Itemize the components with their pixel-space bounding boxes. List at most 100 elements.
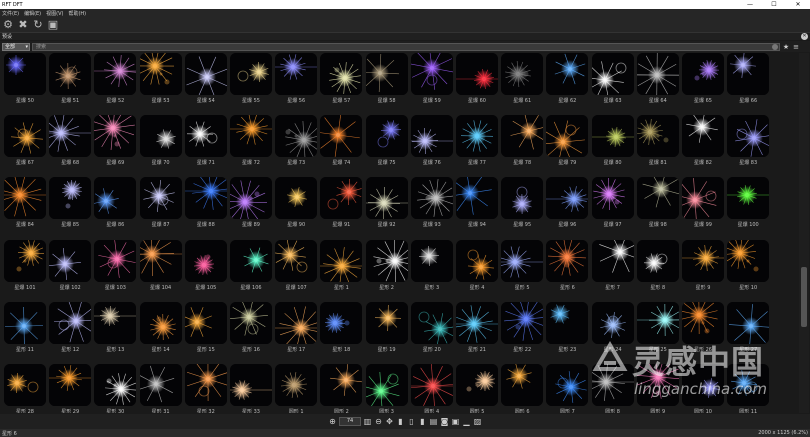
clear-search-icon[interactable] xyxy=(772,43,778,50)
preset-thumbnail[interactable]: 星形 10 xyxy=(727,239,770,291)
tab-presets[interactable]: 预设 xyxy=(2,33,12,40)
preset-thumbnail[interactable]: 星爆 57 xyxy=(320,53,363,104)
preset-thumbnail[interactable]: 星爆 90 xyxy=(275,177,318,228)
preset-thumbnail[interactable]: 星爆 93 xyxy=(410,177,453,228)
document-icon[interactable]: ▤ xyxy=(429,417,438,426)
histogram-icon[interactable]: ▁ xyxy=(462,417,471,426)
grid-scrollbar[interactable] xyxy=(799,53,809,413)
menu-help[interactable]: 帮助(H) xyxy=(68,10,86,17)
preset-thumbnail[interactable]: 圆形 8 xyxy=(591,364,634,413)
grid-view-icon[interactable]: ▥ xyxy=(363,417,372,426)
preset-thumbnail[interactable]: 星爆 75 xyxy=(365,115,408,166)
preset-thumbnail[interactable]: 星爆 73 xyxy=(275,115,318,166)
preset-thumbnail[interactable]: 星爆 84 xyxy=(4,177,46,228)
view-mode-1-icon[interactable]: ▮ xyxy=(396,417,405,426)
preset-thumbnail[interactable]: 星爆 86 xyxy=(94,177,137,228)
preset-thumbnail[interactable]: 星爆 70 xyxy=(139,115,182,166)
preset-thumbnail[interactable]: 星爆 74 xyxy=(320,115,363,166)
preset-thumbnail[interactable]: 星爆 95 xyxy=(501,177,544,228)
preset-thumbnail[interactable]: 星爆 52 xyxy=(94,53,137,104)
preset-thumbnail[interactable]: 星爆 81 xyxy=(636,115,679,166)
preset-thumbnail[interactable]: 星爆 62 xyxy=(546,53,589,104)
delete-icon[interactable]: ✖ xyxy=(17,18,29,31)
preset-thumbnail[interactable]: 星爆 103 xyxy=(94,239,137,291)
preset-thumbnail[interactable]: 星爆 63 xyxy=(591,53,634,104)
preset-thumbnail[interactable]: 星形 14 xyxy=(139,301,182,353)
preset-thumbnail[interactable]: 星爆 102 xyxy=(49,239,92,291)
preset-thumbnail[interactable]: 星爆 94 xyxy=(456,177,498,228)
menu-view[interactable]: 视图(V) xyxy=(46,10,63,17)
preset-thumbnail[interactable]: 星爆 66 xyxy=(727,53,770,104)
preset-thumbnail[interactable]: 星形 23 xyxy=(546,301,589,353)
preset-thumbnail[interactable]: 星爆 67 xyxy=(4,115,46,166)
preset-thumbnail[interactable]: 星爆 96 xyxy=(546,177,589,228)
preset-thumbnail[interactable]: 星形 5 xyxy=(501,239,544,291)
category-select[interactable]: 全部 ▾ xyxy=(2,42,30,51)
preset-thumbnail[interactable]: 星形 2 xyxy=(365,239,408,291)
frame-icon[interactable]: ▣ xyxy=(451,417,460,426)
preset-thumbnail[interactable]: 星爆 78 xyxy=(501,115,544,166)
refresh-icon[interactable]: ↻ xyxy=(32,18,44,31)
preset-thumbnail[interactable]: 星形 29 xyxy=(49,364,92,413)
close-icon[interactable]: ✕ xyxy=(801,33,808,40)
menu-file[interactable]: 文件(E) xyxy=(2,10,19,17)
zoom-field[interactable]: 74 xyxy=(339,417,361,426)
preset-thumbnail[interactable]: 星爆 60 xyxy=(456,53,498,104)
preset-thumbnail[interactable]: 圆形 7 xyxy=(546,364,589,413)
preset-thumbnail[interactable]: 星形 31 xyxy=(139,364,182,413)
preset-thumbnail[interactable]: 星形 24 xyxy=(591,301,634,353)
preset-thumbnail[interactable]: 星形 16 xyxy=(230,301,272,353)
preset-thumbnail[interactable]: 星爆 88 xyxy=(184,177,227,228)
preset-thumbnail[interactable]: 星形 8 xyxy=(636,239,679,291)
maximize-button[interactable]: ☐ xyxy=(762,0,786,9)
preset-thumbnail[interactable]: 星形 27 xyxy=(727,301,770,353)
preset-thumbnail[interactable]: 星形 18 xyxy=(320,301,363,353)
preset-thumbnail[interactable]: 星形 25 xyxy=(636,301,679,353)
preset-thumbnail[interactable]: 圆形 1 xyxy=(275,364,318,413)
preset-thumbnail[interactable]: 星爆 61 xyxy=(501,53,544,104)
preset-thumbnail[interactable]: 星形 26 xyxy=(682,301,724,353)
fit-icon[interactable]: ▣ xyxy=(47,18,59,31)
preset-thumbnail[interactable]: 星爆 97 xyxy=(591,177,634,228)
preset-thumbnail[interactable]: 星形 6 xyxy=(546,239,589,291)
preset-thumbnail[interactable]: 星爆 89 xyxy=(230,177,272,228)
favorite-star-icon[interactable]: ★ xyxy=(782,43,790,51)
preset-thumbnail[interactable]: 星形 12 xyxy=(49,301,92,353)
zoom-in-icon[interactable]: ⊕ xyxy=(328,417,337,426)
preset-thumbnail[interactable]: 星爆 71 xyxy=(184,115,227,166)
preset-thumbnail[interactable]: 星爆 54 xyxy=(184,53,227,104)
preset-thumbnail[interactable]: 星爆 83 xyxy=(727,115,770,166)
preset-thumbnail[interactable]: 星形 19 xyxy=(365,301,408,353)
zoom-out-icon[interactable]: ⊖ xyxy=(374,417,383,426)
preset-thumbnail[interactable]: 星爆 55 xyxy=(230,53,272,104)
preset-thumbnail[interactable]: 星形 13 xyxy=(94,301,137,353)
close-window-button[interactable]: ✕ xyxy=(786,0,810,9)
pan-icon[interactable]: ✥ xyxy=(385,417,394,426)
preset-thumbnail[interactable]: 圆形 11 xyxy=(727,364,770,413)
scrollbar-thumb[interactable] xyxy=(801,267,807,327)
preset-thumbnail[interactable]: 星爆 59 xyxy=(410,53,453,104)
preset-thumbnail[interactable]: 星爆 64 xyxy=(636,53,679,104)
preset-thumbnail[interactable]: 星形 15 xyxy=(184,301,227,353)
preset-thumbnail[interactable]: 星爆 77 xyxy=(456,115,498,166)
preset-thumbnail[interactable]: 圆形 3 xyxy=(365,364,408,413)
preset-thumbnail[interactable]: 星爆 58 xyxy=(365,53,408,104)
preset-thumbnail[interactable]: 星爆 92 xyxy=(365,177,408,228)
preset-thumbnail[interactable]: 星形 30 xyxy=(94,364,137,413)
preset-thumbnail[interactable]: 星形 33 xyxy=(230,364,272,413)
preset-thumbnail[interactable]: 星形 28 xyxy=(4,364,46,413)
camera-icon[interactable]: ◙ xyxy=(440,417,449,426)
preset-thumbnail[interactable]: 星爆 105 xyxy=(184,239,227,291)
preset-thumbnail[interactable]: 星爆 82 xyxy=(682,115,724,166)
preset-thumbnail[interactable]: 星形 17 xyxy=(275,301,318,353)
preset-thumbnail[interactable]: 星爆 85 xyxy=(49,177,92,228)
preset-thumbnail[interactable]: 星形 20 xyxy=(410,301,453,353)
preset-thumbnail[interactable]: 星爆 100 xyxy=(727,177,770,228)
preset-thumbnail[interactable]: 星爆 106 xyxy=(230,239,272,291)
preset-thumbnail[interactable]: 星爆 69 xyxy=(94,115,137,166)
preset-thumbnail[interactable]: 星爆 76 xyxy=(410,115,453,166)
preset-thumbnail[interactable]: 星形 21 xyxy=(456,301,498,353)
preset-thumbnail[interactable]: 星形 4 xyxy=(456,239,498,291)
preset-thumbnail[interactable]: 圆形 10 xyxy=(682,364,724,413)
preset-thumbnail[interactable]: 星形 9 xyxy=(682,239,724,291)
